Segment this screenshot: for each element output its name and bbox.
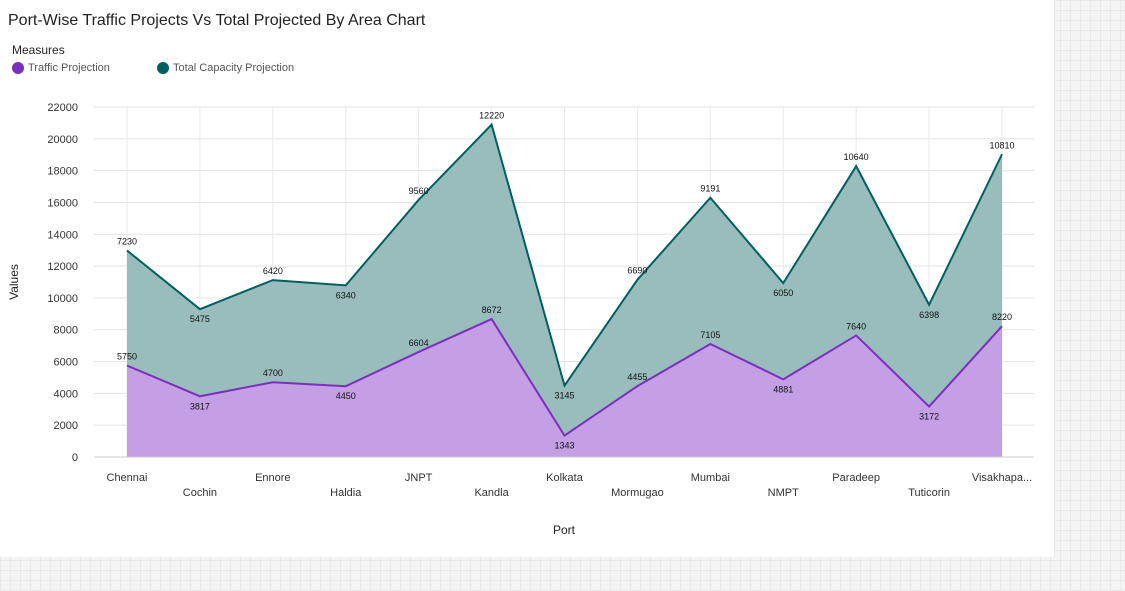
x-tick-label: Mormugao <box>611 487 664 499</box>
y-tick-label: 2000 <box>54 420 78 432</box>
data-label-traffic: 4700 <box>263 368 283 378</box>
x-tick-label: Kolkata <box>546 472 584 484</box>
y-axis-title: Values <box>7 264 21 300</box>
x-tick-label: Kandla <box>474 487 509 499</box>
y-tick-label: 20000 <box>47 134 78 146</box>
data-label-traffic: 8220 <box>992 312 1012 322</box>
y-tick-label: 10000 <box>47 293 78 305</box>
data-label-total-capacity: 5475 <box>190 314 210 324</box>
data-label-total-capacity: 12220 <box>479 111 504 121</box>
y-tick-label: 0 <box>72 452 78 464</box>
y-tick-label: 4000 <box>54 388 78 400</box>
x-tick-label: Tuticorin <box>908 487 950 499</box>
data-label-total-capacity: 3145 <box>554 391 574 401</box>
y-tick-label: 8000 <box>54 325 78 337</box>
data-label-total-capacity: 6398 <box>919 310 939 320</box>
data-label-traffic: 6604 <box>409 338 429 348</box>
data-label-traffic: 3817 <box>190 401 210 411</box>
x-axis-title: Port <box>553 523 576 537</box>
data-label-total-capacity: 7230 <box>117 237 137 247</box>
data-label-traffic: 5750 <box>117 352 137 362</box>
data-label-traffic: 4455 <box>627 372 647 382</box>
y-tick-label: 6000 <box>54 357 78 369</box>
data-label-total-capacity: 9560 <box>409 186 429 196</box>
data-label-total-capacity: 6420 <box>263 266 283 276</box>
x-tick-label: Paradeep <box>832 472 880 484</box>
x-tick-label: Chennai <box>107 472 148 484</box>
data-label-traffic: 7105 <box>700 330 720 340</box>
data-label-traffic: 4881 <box>773 384 793 394</box>
data-label-total-capacity: 6690 <box>627 266 647 276</box>
x-tick-label: Mumbai <box>691 472 730 484</box>
x-tick-label: Haldia <box>330 487 362 499</box>
data-label-total-capacity: 9191 <box>700 184 720 194</box>
x-tick-label: Cochin <box>183 487 217 499</box>
x-tick-label: NMPT <box>768 487 799 499</box>
x-tick-label: JNPT <box>405 472 433 484</box>
y-tick-label: 12000 <box>47 261 78 273</box>
data-label-total-capacity: 10640 <box>844 152 869 162</box>
data-label-traffic: 8672 <box>482 305 502 315</box>
data-label-total-capacity: 6050 <box>773 288 793 298</box>
y-tick-label: 16000 <box>47 197 78 209</box>
data-label-total-capacity: 6340 <box>336 290 356 300</box>
data-label-traffic: 7640 <box>846 321 866 331</box>
area-chart: 0 2000 4000 6000 8000 10000 12000 14000 16000 180… <box>7 102 1034 537</box>
x-tick-label: Visakhapa... <box>972 472 1032 484</box>
data-label-total-capacity: 10810 <box>989 140 1014 150</box>
y-tick-label: 22000 <box>47 102 78 114</box>
data-label-traffic: 3172 <box>919 412 939 422</box>
data-label-traffic: 1343 <box>554 441 574 451</box>
y-tick-label: 18000 <box>47 166 78 178</box>
x-tick-label: Ennore <box>255 472 290 484</box>
data-label-traffic: 4450 <box>336 391 356 401</box>
y-tick-label: 14000 <box>47 229 78 241</box>
